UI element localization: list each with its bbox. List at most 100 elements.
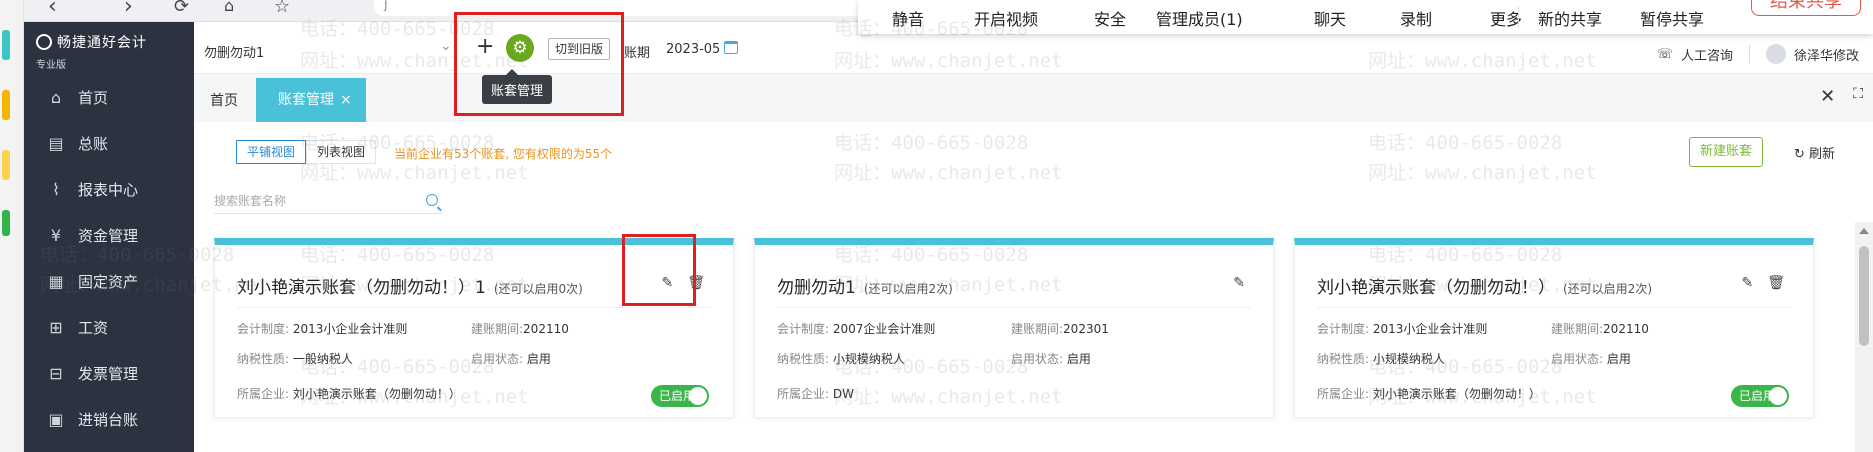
sidebar-item-invoices[interactable]: ⊟ 发票管理 [24,350,194,396]
dock-app-icon[interactable] [2,90,10,120]
field-label: 所属企业: [237,387,290,401]
logo-edition: 专业版 [36,60,66,71]
scroll-thumb[interactable] [1859,246,1869,346]
list-view-button[interactable]: 列表视图 [306,140,377,164]
sidebar-item-home[interactable]: ⌂ 首页 [24,74,194,120]
search-icon[interactable] [426,194,438,206]
sidebar-item-reports[interactable]: ⌇ 报表中心 [24,166,194,212]
company-name: 刘小艳演示账套（勿删勿动！） [292,387,461,401]
sidebar-item-ledger[interactable]: ▤ 总账 [24,120,194,166]
asset-icon: ▦ [48,271,64,291]
accounting-standard: 2013小企业会计准则 [292,322,408,336]
search-input[interactable]: 搜索账套名称 [214,188,442,214]
record-button[interactable]: 录制 [1400,6,1432,30]
scroll-up-icon[interactable] [1859,228,1869,234]
edit-icon[interactable]: ✎ [1233,275,1245,291]
salary-icon: ⊞ [49,317,63,337]
chat-button[interactable]: 聊天 [1314,6,1346,30]
sidebar-item-stock-ledger[interactable]: ▣ 进销台账 [24,396,194,442]
period-value[interactable]: 2023-05 [666,42,720,57]
chart-icon: ⌇ [52,179,60,199]
screen: ‹ › ⟳ ⌂ ☆ j 静音 开启视频 安全 管理成员(1) 聊天 录制 更多 … [0,0,1873,452]
sidebar-item-funds[interactable]: ¥ 资金管理 [24,212,194,258]
end-share-button[interactable]: 结束共享 [1751,0,1861,16]
stock-ledger-icon: ▣ [48,409,64,429]
field-label: 启用状态: [471,352,524,366]
activation-status: 启用 [526,352,551,366]
calendar-icon[interactable] [724,41,738,54]
book-name: 刘小艳演示账套（勿删勿动！） [1317,278,1555,298]
enabled-toggle[interactable]: 已启用 [651,385,709,407]
sidebar-item-fixed-assets[interactable]: ▦ 固定资产 [24,258,194,304]
trash-icon[interactable]: 🗑 [1767,275,1785,291]
ledger-icon: ▤ [48,133,64,153]
field-label: 所属企业: [1317,387,1370,401]
trash-icon[interactable]: 🗑 [687,275,705,291]
logo-icon [36,34,52,50]
field-label: 启用状态: [1011,352,1064,366]
meeting-toolbar: 静音 开启视频 安全 管理成员(1) 聊天 录制 更多 新的共享 暂停共享 结束… [858,0,1873,34]
close-icon[interactable]: ✕ [1820,86,1835,107]
period-label: 账期 [624,46,651,61]
new-book-button[interactable]: 新建账套 [1689,137,1763,167]
book-management-button[interactable]: ⚙ [506,34,534,62]
sidebar-item-label: 进销台账 [78,410,139,429]
book-card[interactable]: 勿删勿动1 (还可以启用2次) ✎ 会计制度: 2007企业会计准则 建账期间:2… [754,238,1274,418]
book-count-note: 当前企业有53个账套, 您有权限的为55个 [394,147,613,161]
reload-icon[interactable]: ⟳ [174,0,189,17]
add-book-button[interactable]: + [476,34,494,59]
field-label: 建账期间: [471,322,524,336]
book-selector[interactable]: 勿删勿动1 [204,42,264,61]
tab-book-management[interactable]: 账套管理 × [256,78,366,122]
tab-home[interactable]: 首页 [210,90,238,110]
sidebar-item-label: 固定资产 [78,272,139,291]
new-share-button[interactable]: 新的共享 [1538,6,1602,30]
tile-view-button[interactable]: 平铺视图 [236,140,307,164]
field-label: 会计制度: [1317,322,1370,336]
book-card[interactable]: 刘小艳演示账套（勿删勿动！）1 (还可以启用0次) ✎ 🗑 会计制度: 2013小… [214,238,734,418]
meeting-divider [1518,6,1519,28]
security-button[interactable]: 安全 [1094,6,1126,30]
switch-old-version-button[interactable]: 切到旧版 [548,38,611,60]
close-icon[interactable]: × [340,92,352,108]
dock-app-icon[interactable] [2,210,10,236]
pause-share-button[interactable]: 暂停共享 [1640,6,1704,30]
start-period: 202110 [1603,322,1649,336]
book-name: 勿删勿动1 [777,278,856,298]
address-text: j [384,0,388,12]
view-switch: 平铺视图 列表视图 [236,140,377,164]
book-management-tooltip: 账套管理 [482,69,553,104]
chevron-down-icon[interactable]: ⌄ [440,38,452,54]
home-icon[interactable]: ⌂ [224,0,234,15]
fullscreen-icon[interactable]: ⛶ [1853,86,1863,107]
manage-members-button[interactable]: 管理成员(1) [1156,6,1243,30]
dock-app-icon[interactable] [2,150,10,180]
start-video-button[interactable]: 开启视频 [974,6,1038,30]
vertical-scrollbar[interactable] [1855,222,1873,452]
sidebar-item-label: 总账 [78,134,109,153]
forward-icon[interactable]: › [124,0,133,19]
field-label: 所属企业: [777,387,830,401]
sidebar-item-label: 资金管理 [78,226,139,245]
sidebar-item-salary[interactable]: ⊞ 工资 [24,304,194,350]
dock-app-icon[interactable] [2,30,10,60]
sidebar-item-label: 首页 [78,88,109,107]
enabled-toggle[interactable]: 已启用 [1731,385,1789,407]
company-name: DW [832,387,854,401]
search-placeholder: 搜索账套名称 [214,194,287,208]
main-content: 平铺视图 列表视图 当前企业有53个账套, 您有权限的为55个 搜索账套名称 新… [194,122,1873,452]
refresh-button[interactable]: ↻ 刷新 [1794,143,1835,162]
mute-button[interactable]: 静音 [892,6,924,30]
accounting-standard: 2007企业会计准则 [832,322,936,336]
address-bar[interactable]: j [374,0,874,16]
avatar[interactable] [1765,44,1786,64]
start-period: 202301 [1063,322,1109,336]
field-label: 建账期间: [1551,322,1604,336]
star-icon[interactable]: ☆ [274,0,290,17]
back-icon[interactable]: ‹ [48,0,57,19]
edit-icon[interactable]: ✎ [661,275,673,291]
support-link[interactable]: 人工咨询 [1681,45,1733,64]
book-card[interactable]: 刘小艳演示账套（勿删勿动！） (还可以启用2次) ✎ 🗑 会计制度: 2013小企… [1294,238,1814,418]
user-name[interactable]: 徐泽华修改 [1794,45,1859,64]
edit-icon[interactable]: ✎ [1741,275,1753,291]
